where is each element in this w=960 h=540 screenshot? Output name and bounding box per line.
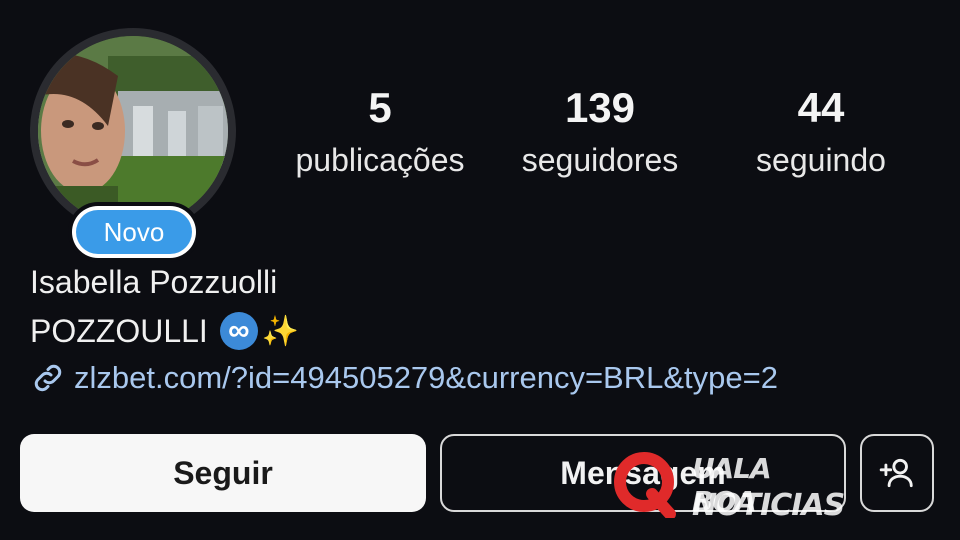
profile-link-text[interactable]: zlzbet.com/?id=494505279&currency=BRL&ty…	[74, 360, 778, 396]
message-button[interactable]: Mensagem	[440, 434, 846, 512]
stat-following[interactable]: 44 seguindo	[740, 84, 902, 182]
followers-count: 139	[564, 84, 636, 131]
new-badge-label: Novo	[76, 210, 192, 254]
following-label: seguindo	[756, 142, 886, 178]
profile-link[interactable]: zlzbet.com/?id=494505279&currency=BRL&ty…	[30, 360, 778, 396]
stat-followers[interactable]: 139 seguidores	[505, 84, 695, 182]
stat-posts[interactable]: 5 publicações	[280, 84, 480, 182]
profile-bio: POZZOULLI ∞ ✨	[30, 312, 299, 350]
followers-label: seguidores	[521, 142, 679, 178]
avatar-photo	[38, 36, 228, 226]
sparkles-icon: ✨	[261, 314, 300, 348]
follow-button-label: Seguir	[173, 454, 273, 491]
profile-name: Isabella Pozzuolli	[30, 264, 278, 300]
link-icon	[34, 364, 62, 392]
message-button-label: Mensagem	[560, 454, 726, 491]
posts-label: publicações	[295, 142, 465, 178]
bio-text: POZZOULLI	[30, 312, 208, 349]
follow-button[interactable]: Seguir	[20, 434, 426, 512]
add-person-icon	[879, 458, 913, 488]
suggest-users-button[interactable]	[860, 434, 934, 512]
new-badge: Novo	[68, 202, 200, 262]
avatar[interactable]	[38, 36, 228, 226]
posts-count: 5	[368, 84, 392, 131]
following-count: 44	[797, 84, 845, 131]
infinity-icon: ∞	[219, 312, 258, 350]
